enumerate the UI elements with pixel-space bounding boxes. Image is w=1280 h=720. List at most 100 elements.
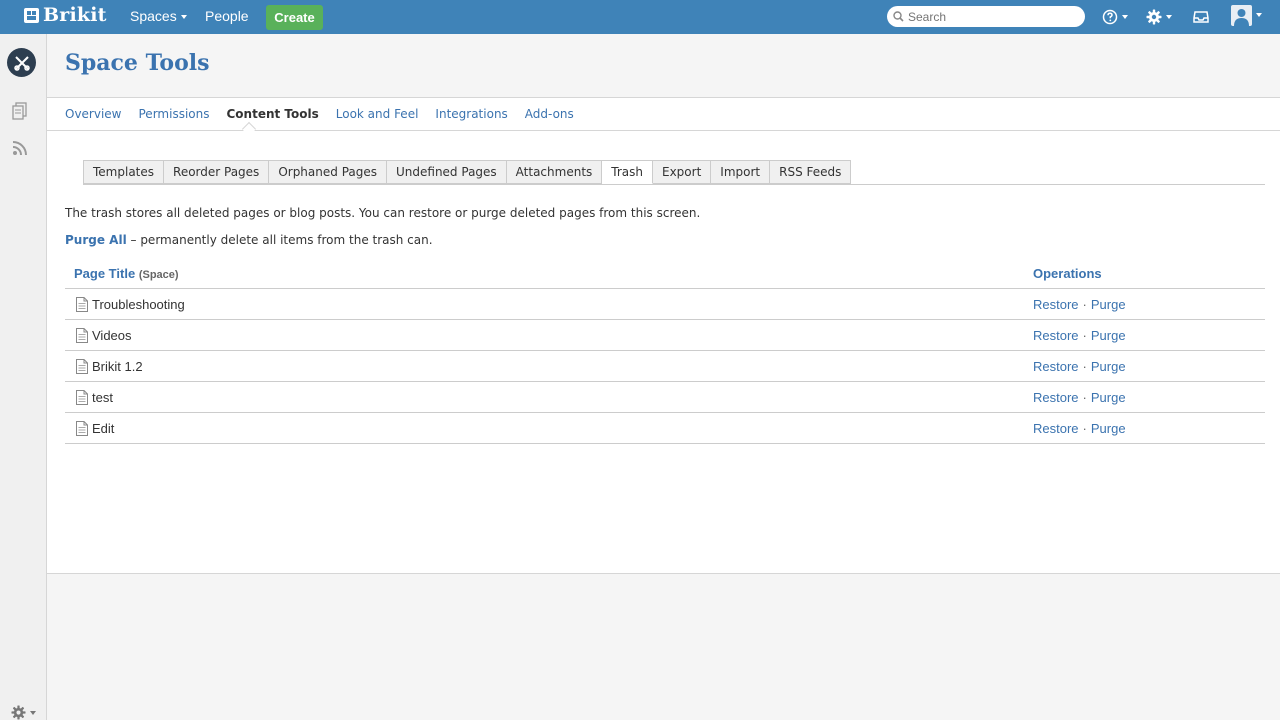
table-row: test Restore · Purge: [65, 382, 1265, 413]
column-space-label: (Space): [138, 269, 179, 281]
operations-cell: Restore · Purge: [1033, 359, 1126, 374]
subtab-undefined-pages[interactable]: Undefined Pages: [387, 160, 507, 184]
operations-cell: Restore · Purge: [1033, 390, 1126, 405]
logo-text: Brikit: [43, 4, 107, 26]
subtab-divider: [83, 184, 1265, 185]
avatar-icon: [1231, 4, 1252, 26]
settings-menu[interactable]: [1146, 7, 1172, 27]
search-input[interactable]: [908, 9, 1078, 24]
search-box[interactable]: [887, 6, 1085, 27]
blog-link[interactable]: [12, 140, 28, 159]
page-icon: [76, 359, 88, 374]
tab-content-tools[interactable]: Content Tools: [226, 107, 318, 121]
chevron-down-icon: [1122, 15, 1128, 19]
chevron-down-icon: [1166, 15, 1172, 19]
column-operations: Operations: [1033, 266, 1102, 281]
content-tools-subtabs: Templates Reorder Pages Orphaned Pages U…: [83, 160, 852, 184]
page-title-cell: Videos: [92, 328, 132, 343]
chevron-down-icon: [30, 710, 36, 715]
table-row: Brikit 1.2 Restore · Purge: [65, 351, 1265, 382]
purge-link[interactable]: Purge: [1091, 359, 1126, 374]
purge-link[interactable]: Purge: [1091, 297, 1126, 312]
tab-add-ons[interactable]: Add-ons: [525, 107, 574, 121]
space-tools-tabs: Overview Permissions Content Tools Look …: [65, 107, 591, 121]
purge-link[interactable]: Purge: [1091, 328, 1126, 343]
subtab-templates[interactable]: Templates: [83, 160, 165, 184]
help-icon: [1102, 9, 1118, 25]
pages-link[interactable]: [12, 102, 28, 123]
tab-integrations[interactable]: Integrations: [435, 107, 507, 121]
sidebar-settings[interactable]: [11, 705, 36, 720]
restore-link[interactable]: Restore: [1033, 328, 1079, 343]
purge-link[interactable]: Purge: [1091, 390, 1126, 405]
operations-cell: Restore · Purge: [1033, 328, 1126, 343]
purge-all-description: – permanently delete all items from the …: [126, 233, 433, 247]
tools-icon: [13, 55, 30, 71]
purge-link[interactable]: Purge: [1091, 421, 1126, 436]
column-page-title[interactable]: Page Title (Space): [74, 266, 179, 281]
operations-cell: Restore · Purge: [1033, 297, 1126, 312]
main-content: Space Tools Overview Permissions Content…: [47, 34, 1280, 574]
page-icon: [76, 328, 88, 343]
page-title-cell: Troubleshooting: [92, 297, 185, 312]
table-row: Edit Restore · Purge: [65, 413, 1265, 444]
restore-link[interactable]: Restore: [1033, 297, 1079, 312]
tab-divider: [47, 130, 1280, 131]
notifications-button[interactable]: [1193, 7, 1209, 27]
gear-icon: [1146, 9, 1162, 25]
page-icon: [76, 297, 88, 312]
tab-permissions[interactable]: Permissions: [139, 107, 210, 121]
space-avatar[interactable]: [7, 48, 36, 77]
restore-link[interactable]: Restore: [1033, 390, 1079, 405]
page-title-cell: Edit: [92, 421, 115, 436]
help-menu[interactable]: [1102, 7, 1128, 27]
purge-all-line: Purge All – permanently delete all items…: [65, 233, 433, 247]
top-navigation-bar: Brikit Spaces People Create: [0, 0, 1280, 34]
trash-description: The trash stores all deleted pages or bl…: [65, 206, 701, 220]
separator: ·: [1082, 297, 1087, 312]
separator: ·: [1082, 328, 1087, 343]
page-icon: [76, 390, 88, 405]
column-title-label: Page Title: [74, 266, 136, 281]
subtab-rss-feeds[interactable]: RSS Feeds: [770, 160, 852, 184]
pages-icon: [12, 102, 27, 120]
gear-icon: [11, 705, 26, 720]
rss-icon: [12, 141, 27, 156]
subtab-export[interactable]: Export: [653, 160, 712, 184]
tab-look-and-feel[interactable]: Look and Feel: [336, 107, 419, 121]
user-menu[interactable]: [1231, 4, 1262, 26]
table-header: Page Title (Space) Operations: [65, 259, 1265, 289]
separator: ·: [1082, 359, 1087, 374]
table-row: Troubleshooting Restore · Purge: [65, 289, 1265, 320]
separator: ·: [1082, 390, 1087, 405]
purge-all-link[interactable]: Purge All: [65, 233, 127, 247]
trash-table: Page Title (Space) Operations Troublesho…: [65, 259, 1265, 444]
page-icon: [76, 421, 88, 436]
spaces-label: Spaces: [130, 8, 177, 24]
subtab-trash[interactable]: Trash: [602, 160, 653, 184]
active-tab-pointer: [241, 121, 257, 137]
subtab-import[interactable]: Import: [711, 160, 771, 184]
space-sidebar: [0, 34, 47, 720]
subtab-attachments[interactable]: Attachments: [506, 160, 603, 184]
restore-link[interactable]: Restore: [1033, 359, 1079, 374]
tab-overview[interactable]: Overview: [65, 107, 122, 121]
brikit-logo[interactable]: Brikit: [24, 4, 107, 26]
search-icon: [893, 11, 904, 22]
table-row: Videos Restore · Purge: [65, 320, 1265, 351]
chevron-down-icon: [1256, 13, 1262, 17]
brikit-logo-icon: [24, 7, 39, 23]
subtab-orphaned-pages[interactable]: Orphaned Pages: [269, 160, 387, 184]
page-title-cell: Brikit 1.2: [92, 359, 143, 374]
inbox-icon: [1193, 11, 1209, 23]
operations-cell: Restore · Purge: [1033, 421, 1126, 436]
restore-link[interactable]: Restore: [1033, 421, 1079, 436]
people-link[interactable]: People: [205, 8, 249, 24]
separator: ·: [1082, 421, 1087, 436]
create-button[interactable]: Create: [266, 5, 323, 30]
page-header: Space Tools: [47, 34, 1280, 98]
subtab-reorder-pages[interactable]: Reorder Pages: [164, 160, 270, 184]
page-title-cell: test: [92, 390, 113, 405]
chevron-down-icon: [180, 15, 187, 20]
spaces-menu[interactable]: Spaces: [130, 8, 187, 24]
